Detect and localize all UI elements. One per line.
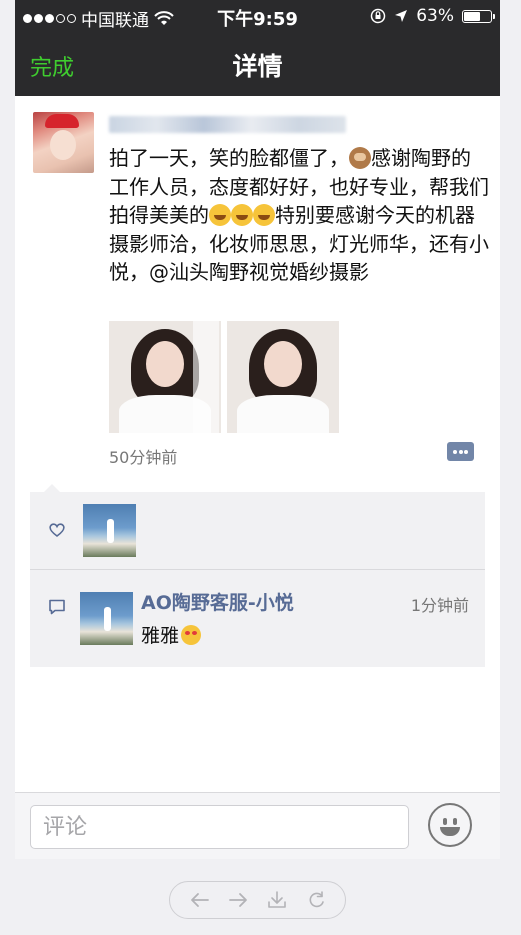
browser-toolbar (169, 881, 346, 919)
heart-eyes-emoji (181, 625, 202, 645)
status-bar: 中国联通 下午9:59 63% (15, 0, 500, 32)
comment-menu-button[interactable] (447, 442, 474, 461)
refresh-icon[interactable] (307, 891, 327, 909)
heart-outline-icon (49, 523, 65, 537)
battery-icon (462, 9, 495, 23)
author-avatar[interactable] (33, 112, 94, 173)
liker-avatar[interactable] (83, 504, 136, 557)
author-name-blurred[interactable] (109, 116, 346, 133)
comment-text: 雅雅 (141, 621, 202, 648)
post-text: 拍了一天，笑的脸都僵了， 感谢陶野的工作人员，态度都好好，也好专业，帮我们拍得美美… (109, 144, 489, 287)
comment-row[interactable]: AO陶野客服-小悦 1分钟前 雅雅 (30, 570, 485, 667)
comment-input[interactable] (30, 805, 409, 849)
laughing-emoji (209, 204, 231, 226)
back-arrow-icon[interactable] (190, 891, 210, 909)
see-no-evil-monkey-emoji (349, 147, 371, 169)
likes-row (30, 492, 485, 569)
comment-timestamp: 1分钟前 (410, 596, 469, 615)
comment-text-content: 雅雅 (141, 625, 180, 647)
comment-bubble-icon (49, 599, 65, 615)
nav-bar: 完成 详情 (15, 32, 500, 96)
orientation-lock-icon (370, 8, 386, 24)
location-arrow-icon (395, 10, 408, 22)
post-timestamp: 50分钟前 (109, 448, 178, 467)
moment-detail: 拍了一天，笑的脸都僵了， 感谢陶野的工作人员，态度都好好，也好专业，帮我们拍得美美… (15, 96, 500, 792)
forward-arrow-icon[interactable] (228, 891, 248, 909)
page-title: 详情 (232, 52, 283, 81)
download-icon[interactable] (267, 891, 287, 909)
laughing-emoji (231, 204, 253, 226)
commenter-avatar[interactable] (80, 592, 133, 645)
post-photo[interactable] (109, 321, 221, 433)
comment-input-bar (15, 792, 500, 859)
commenter-name[interactable]: AO陶野客服-小悦 (141, 588, 294, 615)
laughing-emoji (253, 204, 275, 226)
interaction-panel: AO陶野客服-小悦 1分钟前 雅雅 (30, 484, 485, 667)
post-photo[interactable] (227, 321, 339, 433)
emoji-button[interactable] (428, 803, 472, 847)
battery-percent: 63% (416, 6, 454, 26)
post-text-segment: 拍了一天，笑的脸都僵了， (109, 146, 349, 170)
